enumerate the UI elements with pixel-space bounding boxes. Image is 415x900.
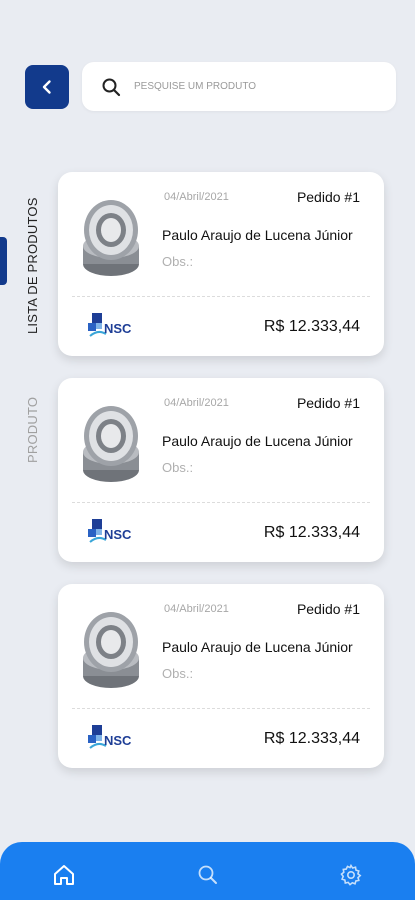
back-button[interactable]	[25, 65, 69, 109]
order-date: 04/Abril/2021	[164, 397, 229, 409]
divider	[72, 708, 370, 709]
order-date: 04/Abril/2021	[164, 603, 229, 615]
order-date: 04/Abril/2021	[164, 191, 229, 203]
tab-lista-de-produtos[interactable]: LISTA DE PRODUTOS	[25, 197, 40, 334]
order-obs: Obs.:	[162, 460, 194, 475]
order-price: R$ 12.333,44	[263, 730, 360, 747]
nsc-logo: NSC	[88, 519, 132, 543]
svg-text:NSC: NSC	[104, 733, 132, 748]
svg-text:NSC: NSC	[104, 321, 132, 336]
customer-name: Paulo Araujo de Lucena Júnior	[162, 433, 353, 449]
tab-produto[interactable]: PRODUTO	[25, 397, 40, 463]
search-icon[interactable]	[195, 862, 221, 888]
active-tab-indicator	[0, 237, 7, 285]
bottom-nav	[0, 842, 415, 900]
svg-text:NSC: NSC	[104, 527, 132, 542]
order-price: R$ 12.333,44	[263, 318, 360, 335]
order-card[interactable]: 04/Abril/2021 Pedido #1 Paulo Araujo de …	[58, 172, 384, 356]
home-icon[interactable]	[51, 862, 77, 888]
divider	[72, 296, 370, 297]
customer-name: Paulo Araujo de Lucena Júnior	[162, 639, 353, 655]
bearing-image	[83, 200, 139, 276]
gear-icon[interactable]	[338, 862, 364, 888]
nsc-logo: NSC	[88, 313, 132, 337]
order-number: Pedido #1	[296, 189, 360, 205]
bearing-image	[83, 612, 139, 688]
order-number: Pedido #1	[296, 601, 360, 617]
search-icon	[100, 76, 122, 98]
divider	[72, 502, 370, 503]
bearing-image	[83, 406, 139, 482]
order-number: Pedido #1	[296, 395, 360, 411]
search-input[interactable]	[134, 81, 354, 92]
order-obs: Obs.:	[162, 666, 194, 681]
order-price: R$ 12.333,44	[263, 524, 360, 541]
chevron-left-icon	[42, 80, 51, 94]
search-bar[interactable]	[82, 62, 396, 111]
customer-name: Paulo Araujo de Lucena Júnior	[162, 227, 353, 243]
order-card[interactable]: 04/Abril/2021 Pedido #1 Paulo Araujo de …	[58, 584, 384, 768]
order-card[interactable]: 04/Abril/2021 Pedido #1 Paulo Araujo de …	[58, 378, 384, 562]
order-obs: Obs.:	[162, 254, 194, 269]
nsc-logo: NSC	[88, 725, 132, 749]
